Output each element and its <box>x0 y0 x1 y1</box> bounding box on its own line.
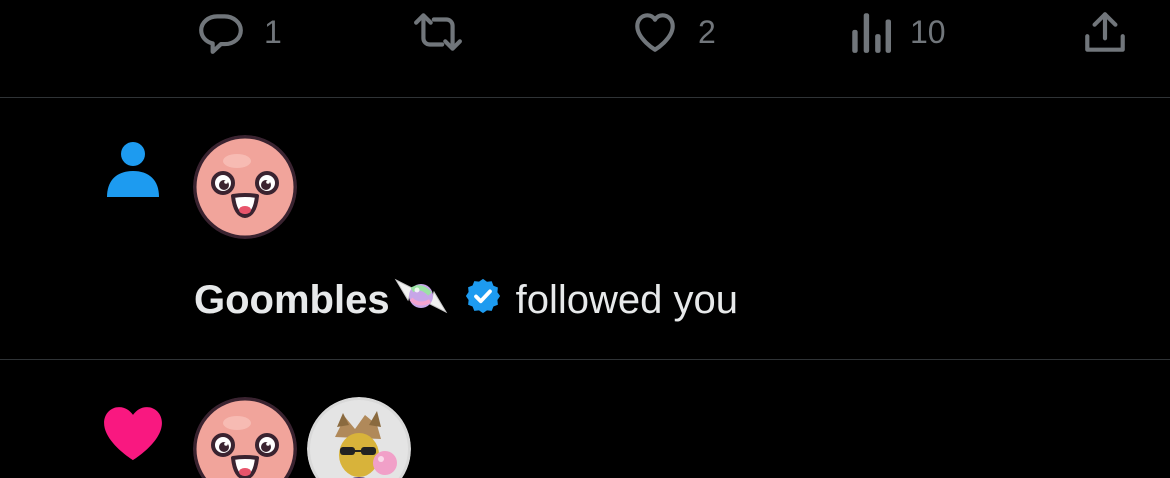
heart-outline-icon <box>630 7 680 57</box>
share-button[interactable] <box>1080 6 1130 58</box>
person-follow-icon <box>106 140 160 203</box>
candy-emoji-icon <box>392 274 450 325</box>
repost-icon <box>410 7 466 57</box>
notifications-screen: 1 2 10 Goombles followed you <box>0 0 1170 478</box>
reply-count: 1 <box>264 14 282 50</box>
repost-button[interactable] <box>410 6 466 58</box>
avatar[interactable] <box>307 397 411 478</box>
views-button[interactable]: 10 <box>850 6 946 58</box>
post-action-bar: 1 2 10 <box>0 0 1170 98</box>
user-name[interactable]: Goombles <box>194 280 390 320</box>
verified-badge-icon <box>464 277 502 322</box>
like-button[interactable]: 2 <box>630 6 716 58</box>
reply-icon <box>196 7 246 57</box>
avatar[interactable] <box>193 135 297 239</box>
share-icon <box>1080 7 1130 57</box>
views-count: 10 <box>910 14 946 50</box>
follow-notification-text: Goombles followed you <box>194 274 738 325</box>
views-bar-chart-icon <box>850 7 892 57</box>
follow-notification[interactable]: Goombles followed you <box>0 98 1170 359</box>
avatar[interactable] <box>193 397 297 478</box>
notification-action-text: followed you <box>515 277 738 322</box>
heart-filled-icon <box>102 404 164 467</box>
like-count: 2 <box>698 14 716 50</box>
reply-button[interactable]: 1 <box>196 6 282 58</box>
like-notification[interactable] <box>0 360 1170 478</box>
